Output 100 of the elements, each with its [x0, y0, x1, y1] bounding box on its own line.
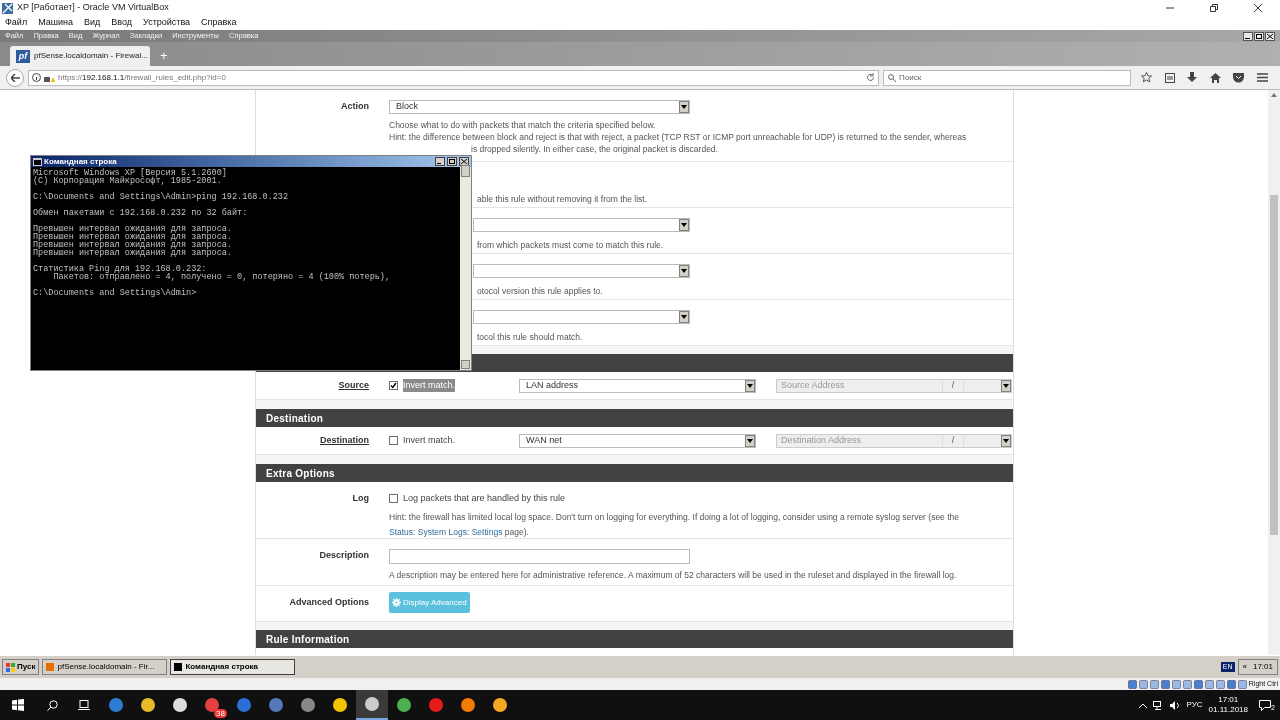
menu-item[interactable]: Ввод [111, 16, 132, 30]
hint-text: Hint: the firewall has limited local log space. Don't turn on logging for everything. If doing a lot of logging, consider using a remote syslog server (see the Status: System Logs: Settings page). [389, 510, 960, 539]
hint-text: Hint: the difference between block and reject is that with reject, a packet (TCP RST or ICMP port unreachable for UDP) is returned to the sender, whereas [389, 131, 968, 143]
circle-icon [428, 697, 444, 713]
scrollbar[interactable] [460, 167, 471, 370]
info-icon[interactable] [32, 73, 41, 82]
back-arrow-icon [10, 73, 20, 82]
circle-icon [364, 696, 380, 712]
field-label: Source [338, 378, 369, 392]
checkbox[interactable] [389, 436, 398, 445]
circle-icon [108, 697, 124, 713]
close-button[interactable] [1265, 31, 1275, 41]
menu-icon[interactable] [1256, 73, 1268, 82]
circle-icon [204, 697, 220, 713]
star-icon[interactable] [1141, 72, 1153, 83]
windows-flag-icon [6, 662, 15, 672]
search-icon [46, 699, 58, 711]
download-icon[interactable] [1187, 72, 1198, 83]
minimize-button[interactable] [435, 157, 445, 166]
language-indicator[interactable]: РУС [1186, 699, 1203, 711]
browser-tab[interactable]: pf pfSense.localdomain - Firewal... [10, 46, 150, 66]
field-label: Log [352, 492, 369, 505]
menu-item[interactable]: Вид [83, 16, 101, 30]
tray-collapse-button[interactable]: « [1242, 661, 1247, 673]
home-icon[interactable] [1209, 72, 1221, 83]
circle-icon [332, 697, 348, 713]
maximize-button[interactable] [447, 157, 457, 166]
field-label: Advanced Options [289, 596, 369, 609]
description-field[interactable] [389, 549, 690, 564]
separator-text: / [950, 433, 956, 447]
circle-icon [300, 697, 316, 713]
clock[interactable]: 17:01 01.11.2018 [1208, 695, 1248, 715]
minimize-button[interactable] [1243, 31, 1253, 41]
chevron-up-icon[interactable] [1138, 702, 1147, 708]
taskbar-app-icon[interactable]: 38 [196, 690, 228, 720]
section-header: Rule Information [256, 630, 1013, 648]
minimize-icon [1166, 4, 1174, 12]
field-label: Description [319, 549, 369, 562]
mask-dropdown[interactable] [963, 379, 1011, 392]
shield-icon[interactable] [1233, 72, 1245, 83]
circle-icon [460, 697, 476, 713]
settings-link[interactable]: Status: System Logs: Settings [389, 526, 503, 537]
mask-dropdown[interactable] [963, 434, 1011, 447]
dropdown[interactable]: LAN address [519, 378, 756, 393]
field-label: Destination [320, 433, 369, 447]
taskbar-app-icon[interactable] [356, 690, 388, 720]
help-text: otocol version this rule applies to. [476, 285, 604, 298]
window-title: XP [Работает] - Oracle VM VirtualBox [17, 1, 169, 15]
help-text: Choose what to do with packets that match the criteria specified below. [389, 119, 657, 131]
checkbox-label: Invert match. [403, 433, 456, 447]
tab-title: pfSense.localdomain - Firewal... [34, 50, 148, 62]
close-icon [1267, 33, 1273, 39]
taskbar-button[interactable]: pfSense.localdomain - Fir... [42, 659, 168, 675]
help-text: A description may be entered here for administrative reference. A maximum of 52 characters will be used in the ruleset and displayed in the firewall log. [389, 569, 958, 582]
menu-item[interactable]: Справка [201, 16, 237, 30]
window-title: Командная строка [44, 155, 118, 168]
close-icon [461, 159, 467, 164]
restore-icon [1256, 33, 1262, 39]
checkbox[interactable] [389, 381, 398, 390]
help-text: from which packets must come to match this rule. [476, 239, 665, 252]
checkbox[interactable] [389, 494, 398, 504]
menu-item[interactable]: Устройства [143, 16, 191, 30]
circle-icon [140, 697, 156, 713]
windows-logo-icon [12, 699, 24, 711]
message-icon [1259, 699, 1271, 711]
menu-item[interactable]: Машина [38, 16, 73, 30]
circle-icon [172, 697, 188, 713]
scroll-up-icon[interactable] [1271, 93, 1277, 97]
network-icon[interactable] [1152, 700, 1164, 710]
circle-icon [236, 697, 252, 713]
section-header: Destination [256, 409, 1013, 427]
section-header: Extra Options [256, 464, 1013, 482]
clipboard-icon[interactable] [1164, 72, 1175, 83]
hint-text: is dropped silently. In either case, the original packet is discarded. [470, 143, 719, 155]
search-field[interactable]: Поиск [883, 69, 1131, 86]
reload-icon[interactable] [866, 73, 875, 82]
notification-badge: 38 [214, 709, 227, 718]
menu-item[interactable]: Файл [5, 16, 28, 30]
field-label: Action [341, 100, 369, 113]
maximize-icon [449, 159, 455, 164]
separator-text: / [950, 378, 956, 392]
console-output: Microsoft Windows XP [Версия 5.1.2600] (С) Корпорация Майкрософт, 1985-2001. C:\Documents and Settings\Admin>ping 192.168.0.232 Обмен пакетами с 192.168.0.232 по 32 байт: Превышен интервал ожидания для запроса. Превышен интервал ожидания для запроса. Превышен интервал ожидания для запроса. Превышен интервал ожидания для запроса. Статистика Ping для 192.168.0.232: Пакетов: отправлено = 4, получено = 0, потеряно = 4 (100% потерь), C:\Documents and Settings\Admin> [32, 167, 392, 300]
task-view-icon [78, 700, 90, 710]
tab-favicon: pf [16, 49, 30, 63]
gear-icon [392, 598, 401, 607]
back-button[interactable] [6, 68, 24, 87]
help-text: tocol this rule should match. [476, 331, 584, 344]
dropdown[interactable]: WAN net [519, 433, 756, 448]
taskbar-button[interactable]: Командная строка [170, 659, 296, 675]
close-icon [1254, 4, 1262, 12]
scrollbar[interactable] [1268, 90, 1280, 655]
start-button[interactable]: Пуск [2, 659, 40, 675]
checkbox-label: Log packets that are handled by this rule [403, 492, 566, 505]
restore-icon [1210, 4, 1218, 12]
speaker-icon[interactable] [1169, 700, 1181, 710]
circle-icon [492, 697, 508, 713]
restore-button[interactable] [1254, 31, 1264, 41]
dropdown[interactable]: Block [389, 100, 690, 114]
search-icon [888, 73, 896, 82]
clock-text: 17:01 [1252, 661, 1273, 673]
